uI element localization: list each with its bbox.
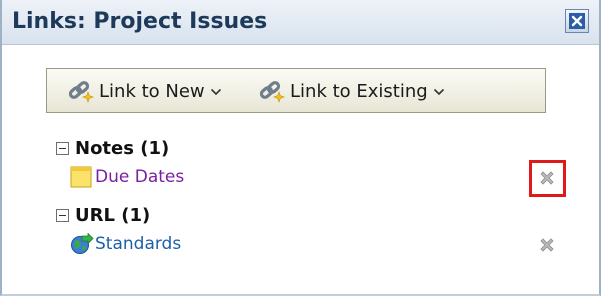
chevron-down-icon: [433, 88, 444, 96]
group-label: URL (1): [75, 204, 151, 226]
chevron-down-icon: [210, 88, 221, 96]
delete-url-button[interactable]: [536, 234, 558, 256]
collapse-toggle[interactable]: [56, 208, 69, 222]
links-panel: Links: Project Issues Link to New Link t…: [0, 0, 601, 296]
close-x-icon: [569, 13, 585, 29]
delete-x-icon: [540, 238, 554, 252]
close-button[interactable]: [565, 9, 589, 33]
link-to-existing-label: Link to Existing: [290, 80, 428, 102]
group-label: Notes (1): [75, 137, 170, 159]
link-to-new-label: Link to New: [99, 80, 205, 102]
list-item: Due Dates: [70, 164, 184, 190]
panel-header: Links: Project Issues: [2, 0, 599, 45]
list-item: Standards: [70, 231, 181, 257]
chain-link-icon: [68, 81, 94, 103]
link-toolbar: Link to New Link to Existing: [46, 68, 546, 113]
delete-note-button[interactable]: [536, 167, 558, 189]
chain-link-icon: [259, 81, 285, 103]
note-link[interactable]: Due Dates: [95, 167, 184, 187]
globe-link-icon: [71, 233, 94, 254]
notes-group-header: Notes (1): [56, 136, 169, 160]
collapse-toggle[interactable]: [56, 141, 69, 155]
link-to-existing-menu[interactable]: Link to Existing: [258, 77, 445, 105]
note-icon: [70, 166, 92, 188]
url-link[interactable]: Standards: [95, 234, 181, 254]
url-group-header: URL (1): [56, 203, 150, 227]
link-to-new-menu[interactable]: Link to New: [67, 77, 222, 105]
delete-x-icon: [540, 171, 554, 185]
panel-title: Links: Project Issues: [12, 9, 268, 34]
